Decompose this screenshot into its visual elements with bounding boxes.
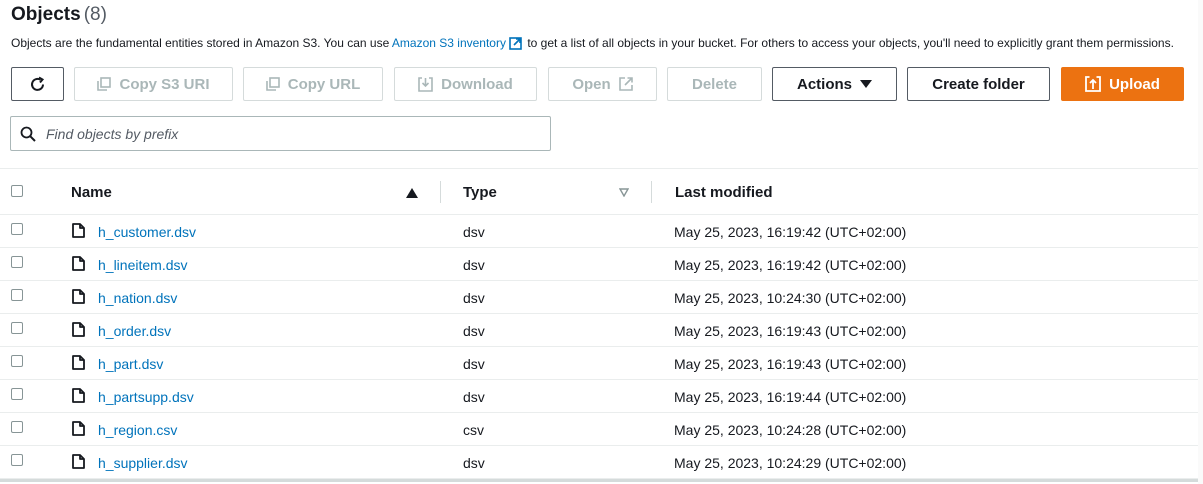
table-row[interactable]: h_supplier.dsv dsv May 25, 2023, 10:24:2… — [0, 446, 1198, 479]
select-all-checkbox[interactable] — [11, 185, 23, 197]
download-button[interactable]: Download — [394, 67, 537, 101]
object-type: dsv — [463, 356, 485, 372]
table-row[interactable]: h_customer.dsv dsv May 25, 2023, 16:19:4… — [0, 215, 1198, 248]
column-header-name[interactable]: Name — [71, 184, 112, 201]
copy-url-label: Copy URL — [287, 75, 361, 93]
description-text-rest: to get a list of all objects in your buc… — [523, 36, 1174, 50]
prefix-search[interactable] — [10, 116, 551, 151]
object-last-modified: May 25, 2023, 16:19:43 (UTC+02:00) — [674, 323, 907, 339]
objects-table: Name Type Last modified h_customer.dsv d… — [0, 168, 1198, 479]
page-edge — [1198, 0, 1203, 484]
actions-label: Actions — [796, 75, 852, 93]
table-row[interactable]: h_order.dsv dsv May 25, 2023, 16:19:43 (… — [0, 314, 1198, 347]
delete-label: Delete — [691, 75, 738, 93]
file-icon — [72, 388, 85, 403]
create-folder-button[interactable]: Create folder — [907, 67, 1050, 101]
table-row[interactable]: h_region.csv csv May 25, 2023, 10:24:28 … — [0, 413, 1198, 446]
row-checkbox[interactable] — [11, 388, 23, 400]
object-last-modified: May 25, 2023, 16:19:43 (UTC+02:00) — [674, 356, 907, 372]
object-last-modified: May 25, 2023, 10:24:28 (UTC+02:00) — [674, 422, 907, 438]
open-label: Open — [572, 75, 611, 93]
sort-ascending-icon[interactable] — [406, 188, 418, 198]
copy-icon — [265, 77, 280, 91]
upload-icon — [1085, 76, 1101, 92]
column-header-last-modified[interactable]: Last modified — [675, 184, 773, 201]
object-name-link[interactable]: h_supplier.dsv — [98, 455, 188, 471]
row-checkbox[interactable] — [11, 289, 23, 301]
external-link-icon — [618, 77, 633, 91]
file-icon — [72, 223, 85, 238]
object-last-modified: May 25, 2023, 10:24:30 (UTC+02:00) — [674, 290, 907, 306]
object-type: dsv — [463, 257, 485, 273]
row-checkbox[interactable] — [11, 322, 23, 334]
objects-title: Objects — [11, 4, 81, 25]
object-type: dsv — [463, 389, 485, 405]
object-name-link[interactable]: h_nation.dsv — [98, 290, 177, 306]
upload-label: Upload — [1109, 75, 1160, 93]
description-text: Objects are the fundamental entities sto… — [11, 36, 392, 50]
delete-button[interactable]: Delete — [667, 67, 762, 101]
table-row[interactable]: h_partsupp.dsv dsv May 25, 2023, 16:19:4… — [0, 380, 1198, 413]
object-last-modified: May 25, 2023, 10:24:29 (UTC+02:00) — [674, 455, 907, 471]
column-separator — [651, 181, 652, 203]
file-icon — [72, 421, 85, 436]
open-button[interactable]: Open — [548, 67, 657, 101]
objects-count: (8) — [83, 4, 107, 25]
objects-heading: Objects (8) — [11, 4, 107, 26]
download-icon — [418, 76, 433, 92]
file-icon — [72, 322, 85, 337]
object-last-modified: May 25, 2023, 16:19:42 (UTC+02:00) — [674, 224, 907, 240]
table-row[interactable]: h_part.dsv dsv May 25, 2023, 16:19:43 (U… — [0, 347, 1198, 380]
object-name-link[interactable]: h_part.dsv — [98, 356, 163, 372]
object-type: csv — [463, 422, 484, 438]
file-icon — [72, 355, 85, 370]
upload-button[interactable]: Upload — [1061, 67, 1184, 101]
row-checkbox[interactable] — [11, 355, 23, 367]
file-icon — [72, 289, 85, 304]
object-name-link[interactable]: h_lineitem.dsv — [98, 257, 188, 273]
copy-icon — [97, 77, 112, 91]
objects-description: Objects are the fundamental entities sto… — [11, 36, 1203, 53]
object-last-modified: May 25, 2023, 16:19:42 (UTC+02:00) — [674, 257, 907, 273]
download-label: Download — [441, 75, 513, 93]
create-folder-label: Create folder — [932, 75, 1025, 93]
object-last-modified: May 25, 2023, 16:19:44 (UTC+02:00) — [674, 389, 907, 405]
file-icon — [72, 454, 85, 469]
row-checkbox[interactable] — [11, 223, 23, 235]
object-type: dsv — [463, 224, 485, 240]
refresh-button[interactable] — [11, 67, 64, 101]
object-name-link[interactable]: h_order.dsv — [98, 323, 171, 339]
caret-down-icon — [860, 80, 872, 88]
actions-dropdown[interactable]: Actions — [772, 67, 897, 101]
s3-inventory-link[interactable]: Amazon S3 inventory — [392, 36, 506, 50]
table-row[interactable]: h_nation.dsv dsv May 25, 2023, 10:24:30 … — [0, 281, 1198, 314]
copy-url-button[interactable]: Copy URL — [243, 67, 383, 101]
column-separator — [440, 181, 441, 203]
object-type: dsv — [463, 323, 485, 339]
refresh-icon — [31, 76, 45, 91]
column-header-type[interactable]: Type — [463, 184, 497, 201]
copy-s3-uri-label: Copy S3 URI — [119, 75, 210, 93]
table-bottom-border — [0, 479, 1198, 482]
object-name-link[interactable]: h_partsupp.dsv — [98, 389, 194, 405]
table-row[interactable]: h_lineitem.dsv dsv May 25, 2023, 16:19:4… — [0, 248, 1198, 281]
search-icon — [20, 126, 36, 142]
external-link-icon[interactable] — [509, 37, 522, 53]
file-icon — [72, 256, 85, 271]
object-name-link[interactable]: h_region.csv — [98, 422, 177, 438]
search-input[interactable] — [44, 124, 528, 143]
sort-unsorted-icon[interactable] — [619, 188, 629, 197]
object-type: dsv — [463, 290, 485, 306]
table-header: Name Type Last modified — [0, 168, 1198, 215]
object-name-link[interactable]: h_customer.dsv — [98, 224, 196, 240]
copy-s3-uri-button[interactable]: Copy S3 URI — [74, 67, 233, 101]
object-type: dsv — [463, 455, 485, 471]
row-checkbox[interactable] — [11, 454, 23, 466]
row-checkbox[interactable] — [11, 421, 23, 433]
row-checkbox[interactable] — [11, 256, 23, 268]
